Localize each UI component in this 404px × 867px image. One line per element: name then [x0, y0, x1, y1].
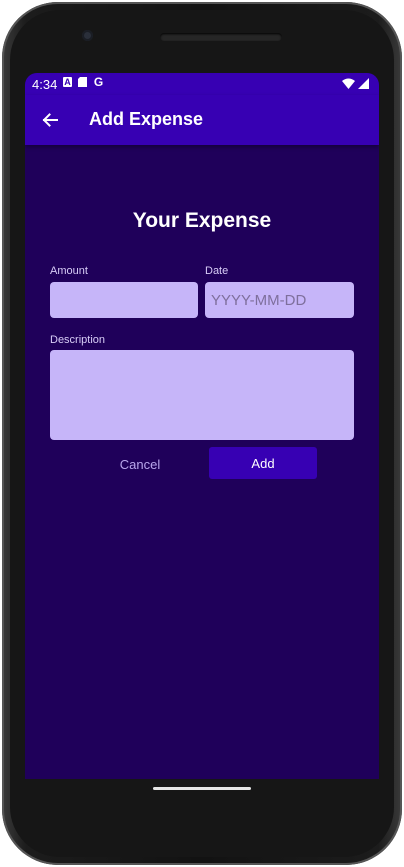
date-input[interactable]: [205, 282, 354, 318]
sd-card-icon: [78, 77, 87, 87]
description-label: Description: [50, 334, 106, 346]
add-button[interactable]: Add: [209, 447, 317, 479]
app-bar: Add Expense: [25, 95, 379, 145]
date-label: Date: [205, 265, 229, 277]
status-icons-left: A G: [63, 75, 104, 89]
a-icon: A: [63, 77, 72, 87]
arrow-back-icon: [42, 113, 58, 127]
google-icon: G: [93, 75, 104, 89]
form-heading: Your Expense: [132, 209, 272, 232]
cell-signal-icon: [358, 78, 369, 89]
cancel-button[interactable]: Cancel: [105, 448, 175, 480]
app-screen: 4:34 A G Add Expense Your Expense Amount…: [25, 73, 379, 779]
wifi-icon: [342, 78, 355, 89]
front-camera: [82, 30, 93, 41]
earpiece-speaker: [160, 33, 282, 41]
status-time: 4:34: [32, 77, 58, 92]
status-icons-right: [342, 78, 369, 89]
description-input[interactable]: [50, 350, 354, 440]
amount-input[interactable]: [50, 282, 198, 318]
app-bar-title: Add Expense: [89, 109, 204, 129]
status-bar: 4:34 A G: [25, 73, 379, 95]
back-button[interactable]: [33, 103, 67, 137]
gesture-nav-handle[interactable]: [153, 787, 251, 790]
amount-label: Amount: [50, 265, 88, 277]
